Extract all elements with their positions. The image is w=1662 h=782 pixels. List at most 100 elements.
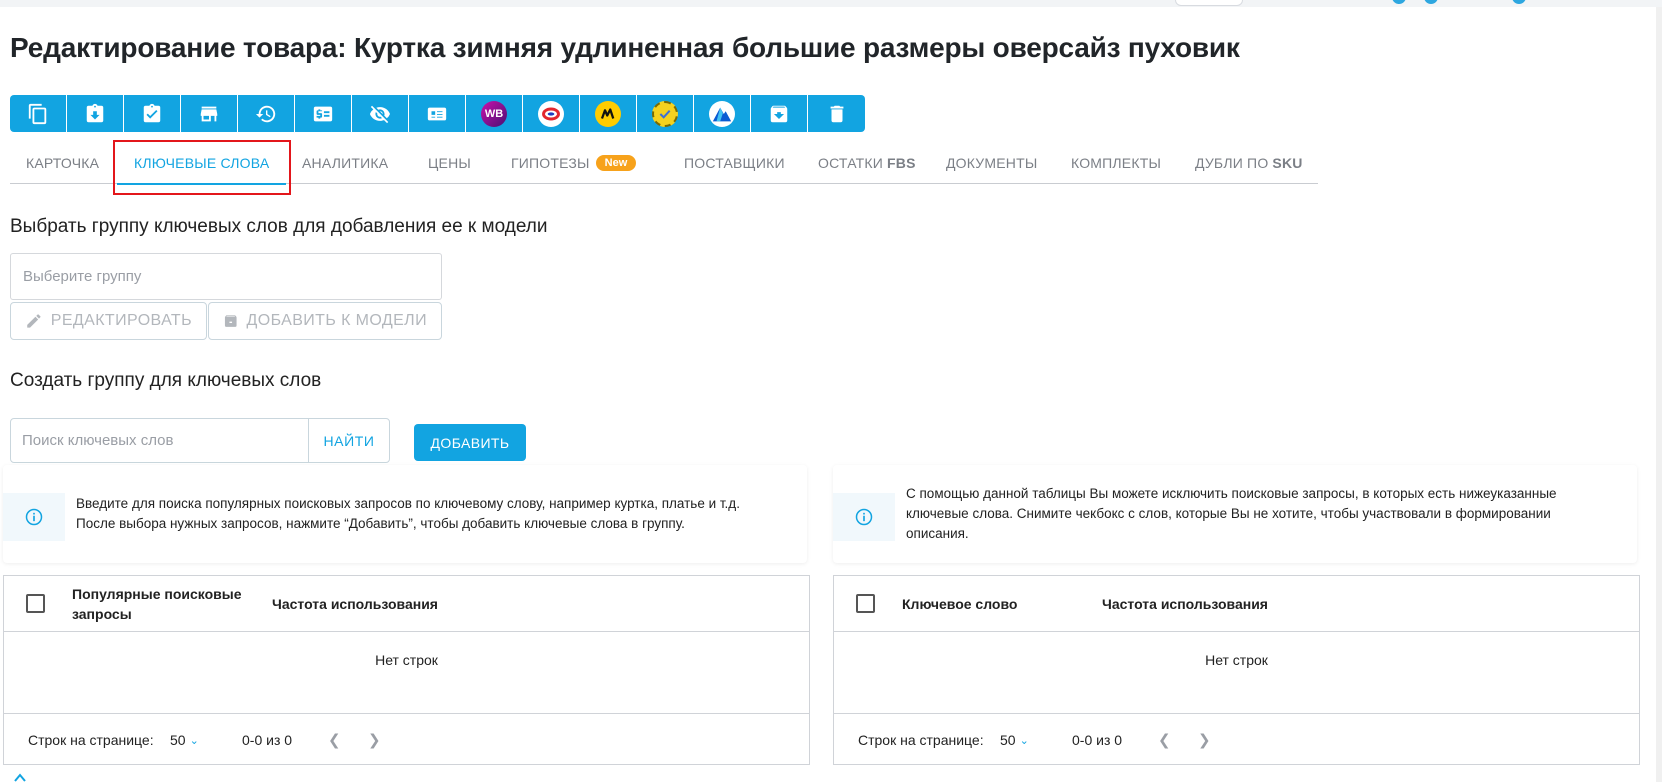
ozon-button[interactable] (523, 95, 580, 132)
top-icon-2[interactable] (1424, 0, 1438, 4)
info-card-search: Введите для поиска популярных поисковых … (3, 465, 807, 563)
column-header-queries[interactable]: Популярные поисковые запросы (72, 584, 242, 624)
add-to-model-button[interactable]: ДОБАВИТЬ К МОДЕЛИ (208, 302, 442, 340)
info-icon (25, 508, 43, 526)
page-title: Редактирование товара: Куртка зимняя удл… (10, 32, 1240, 63)
clipboard-check-button[interactable] (124, 95, 181, 132)
yandex-market-button[interactable] (580, 95, 637, 132)
add-keywords-button[interactable]: ДОБАВИТЬ (414, 424, 526, 461)
find-label: НАЙТИ (323, 432, 375, 449)
info-icon-wrap (833, 493, 895, 541)
select-all-checkbox[interactable] (26, 594, 45, 613)
tab-label: ПОСТАВЩИКИ (684, 155, 785, 171)
archive-download-icon (770, 105, 788, 122)
excluded-keywords-table: Ключевое слово Частота использования Нет… (833, 575, 1640, 765)
top-pill[interactable] (1175, 0, 1243, 6)
column-header-frequency[interactable]: Частота использования (1102, 594, 1268, 614)
info-card-exclude: С помощью данной таблицы Вы можете исклю… (833, 465, 1637, 563)
history-button[interactable] (238, 95, 295, 132)
info-icon-wrap (3, 493, 65, 541)
next-page-icon[interactable]: ❯ (368, 714, 381, 766)
rows-per-page-value: 50 (170, 732, 186, 748)
tab-label-bold: FBS (887, 155, 916, 171)
tab-stock-fbs[interactable]: ОСТАТКИ FBS (818, 142, 916, 184)
keyword-search-input[interactable]: Поиск ключевых слов (11, 419, 308, 462)
smile-marketplace-button[interactable] (637, 95, 694, 132)
rows-per-page-value: 50 (1000, 732, 1016, 748)
mountain-marketplace-icon (709, 100, 735, 127)
info-line: ключевые слова. Снимите чекбокс с слов, … (906, 506, 1551, 521)
rows-per-page-label: Строк на странице: (858, 732, 984, 748)
group-select-placeholder: Выберите группу (23, 268, 142, 285)
page-scrollbar[interactable] (1656, 7, 1662, 782)
table-pagination: Строк на странице: 50 ⌄ 0-0 из 0 ❮ ❯ (4, 713, 809, 765)
tab-label: КАРТОЧКА (26, 155, 100, 171)
tab-bundles[interactable]: КОМПЛЕКТЫ (1071, 142, 1161, 184)
smile-marketplace-icon (652, 100, 678, 127)
info-line: описания. (906, 526, 969, 541)
ozon-icon (538, 100, 564, 127)
next-page-icon[interactable]: ❯ (1198, 714, 1211, 766)
yandex-market-icon (595, 100, 621, 127)
wildberries-button[interactable]: WB (466, 95, 523, 132)
product-tabs: КАРТОЧКА КЛЮЧЕВЫЕ СЛОВА АНАЛИТИКА ЦЕНЫ Г… (10, 142, 1318, 185)
tab-label: АНАЛИТИКА (302, 155, 389, 171)
tab-keywords[interactable]: КЛЮЧЕВЫЕ СЛОВА (117, 142, 287, 185)
info-line: Введите для поиска популярных поисковых … (76, 496, 740, 511)
archive-download-button[interactable] (751, 95, 808, 132)
chevron-down-icon: ⌄ (1019, 734, 1029, 747)
top-icon-1[interactable] (1392, 0, 1406, 4)
new-badge: New (595, 155, 637, 171)
clipboard-download-icon (86, 103, 104, 122)
empty-rows-message: Нет строк (1205, 652, 1268, 668)
top-icon-3[interactable] (1512, 0, 1526, 4)
rows-per-page-select[interactable]: 50 ⌄ (1000, 714, 1029, 766)
copy-button[interactable] (10, 95, 67, 132)
table-pagination: Строк на странице: 50 ⌄ 0-0 из 0 ❮ ❯ (834, 713, 1639, 765)
card-list-icon (427, 107, 447, 120)
column-header-keyword[interactable]: Ключевое слово (902, 594, 1017, 614)
tab-documents[interactable]: ДОКУМЕНТЫ (946, 142, 1037, 184)
find-button[interactable]: НАЙТИ (308, 419, 389, 462)
tab-card[interactable]: КАРТОЧКА (26, 142, 99, 184)
column-header-frequency[interactable]: Частота использования (272, 594, 438, 614)
edit-group-button[interactable]: РЕДАКТИРОВАТЬ (10, 302, 207, 340)
prev-page-icon[interactable]: ❮ (1158, 714, 1171, 766)
product-toolbar: WB (10, 95, 865, 132)
price-button[interactable] (295, 95, 352, 132)
info-line: С помощью данной таблицы Вы можете исклю… (906, 486, 1557, 501)
rows-per-page-label: Строк на странице: (28, 732, 154, 748)
store-button[interactable] (181, 95, 238, 132)
rows-per-page-select[interactable]: 50 ⌄ (170, 714, 199, 766)
tab-prices[interactable]: ЦЕНЫ (428, 142, 471, 184)
prev-page-icon[interactable]: ❮ (328, 714, 341, 766)
info-text-exclude: С помощью данной таблицы Вы можете исклю… (906, 465, 1626, 563)
mountain-marketplace-button[interactable] (694, 95, 751, 132)
info-line: После выбора нужных запросов, нажмите “Д… (76, 516, 685, 531)
card-list-button[interactable] (409, 95, 466, 132)
tab-suppliers[interactable]: ПОСТАВЩИКИ (684, 142, 785, 184)
price-tag-icon (313, 106, 333, 121)
wildberries-icon: WB (481, 100, 507, 127)
add-to-model-label: ДОБАВИТЬ К МОДЕЛИ (246, 312, 427, 329)
select-all-checkbox[interactable] (856, 594, 875, 613)
column-header-line: запросы (72, 606, 132, 622)
scroll-up-icon[interactable] (14, 773, 26, 782)
hide-button[interactable] (352, 95, 409, 132)
tab-label: ОСТАТКИ (818, 155, 884, 171)
top-strip (0, 0, 1662, 7)
trash-icon (830, 105, 843, 122)
tab-hypotheses[interactable]: ГИПОТЕЗЫ New (511, 142, 637, 184)
table-header: Ключевое слово Частота использования (834, 576, 1639, 632)
tab-sku-duplicates[interactable]: ДУБЛИ ПО SKU (1195, 142, 1303, 184)
copy-icon (28, 103, 47, 124)
clipboard-download-button[interactable] (67, 95, 124, 132)
delete-button[interactable] (808, 95, 865, 132)
tab-analytics[interactable]: АНАЛИТИКА (302, 142, 388, 184)
group-select[interactable]: Выберите группу (10, 253, 442, 300)
keyword-search-group: Поиск ключевых слов НАЙТИ (10, 418, 390, 463)
pagination-range: 0-0 из 0 (242, 732, 293, 748)
tab-label: ЦЕНЫ (428, 155, 471, 171)
column-header-line: Популярные поисковые (72, 586, 242, 602)
keyword-search-placeholder: Поиск ключевых слов (22, 432, 174, 449)
